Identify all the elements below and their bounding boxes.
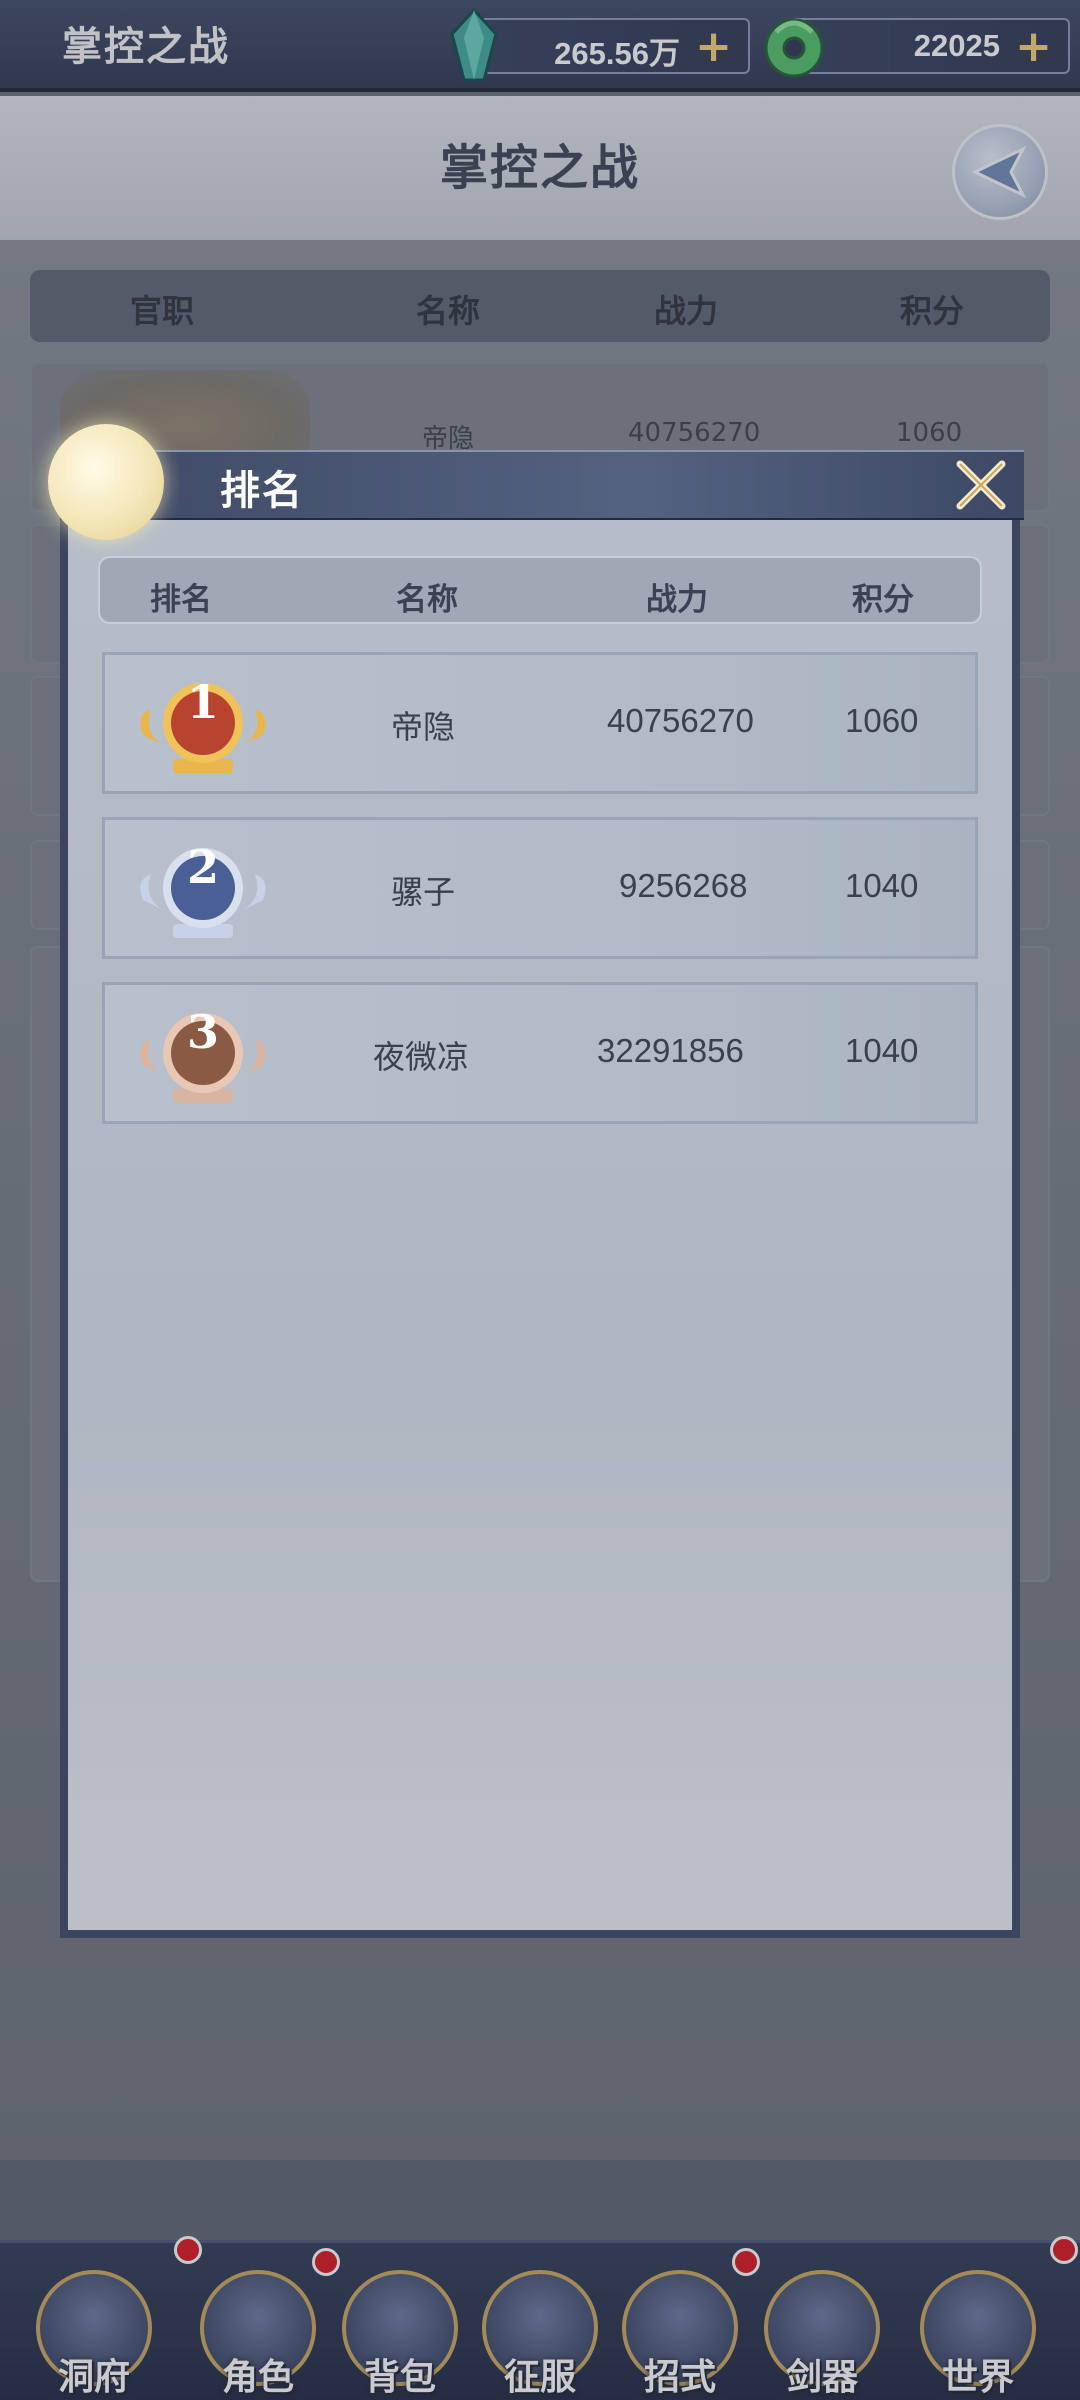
rank-number: 2 [186,840,219,894]
rank-number: 3 [186,1005,219,1059]
moon-decoration-icon [48,424,164,540]
player-power: 32291856 [597,1032,744,1069]
rank-number: 1 [186,675,219,729]
player-power: 40756270 [607,702,754,739]
column-header-rank: 排名 [150,582,212,618]
player-score: 1040 [845,867,919,904]
ranking-row[interactable]: 1 帝隐 40756270 1060 [102,652,978,794]
player-name: 帝隐 [391,708,456,746]
ranking-row[interactable]: 3 夜微凉 32291856 1040 [102,982,978,1124]
player-score: 1060 [845,702,919,739]
column-header-score: 积分 [852,582,914,618]
column-header-power: 战力 [646,582,708,618]
ranking-modal-header [60,450,1024,520]
ranking-table-header: 排名 名称 战力 积分 [98,556,982,624]
close-icon[interactable] [946,452,1016,518]
ranking-modal-title: 排名 [220,467,304,514]
ranking-row[interactable]: 2 骡子 9256268 1040 [102,817,978,959]
player-name: 骡子 [391,873,456,911]
player-power: 9256268 [619,867,748,904]
column-header-name: 名称 [396,582,458,618]
player-name: 夜微凉 [373,1038,470,1076]
player-score: 1040 [845,1032,919,1069]
